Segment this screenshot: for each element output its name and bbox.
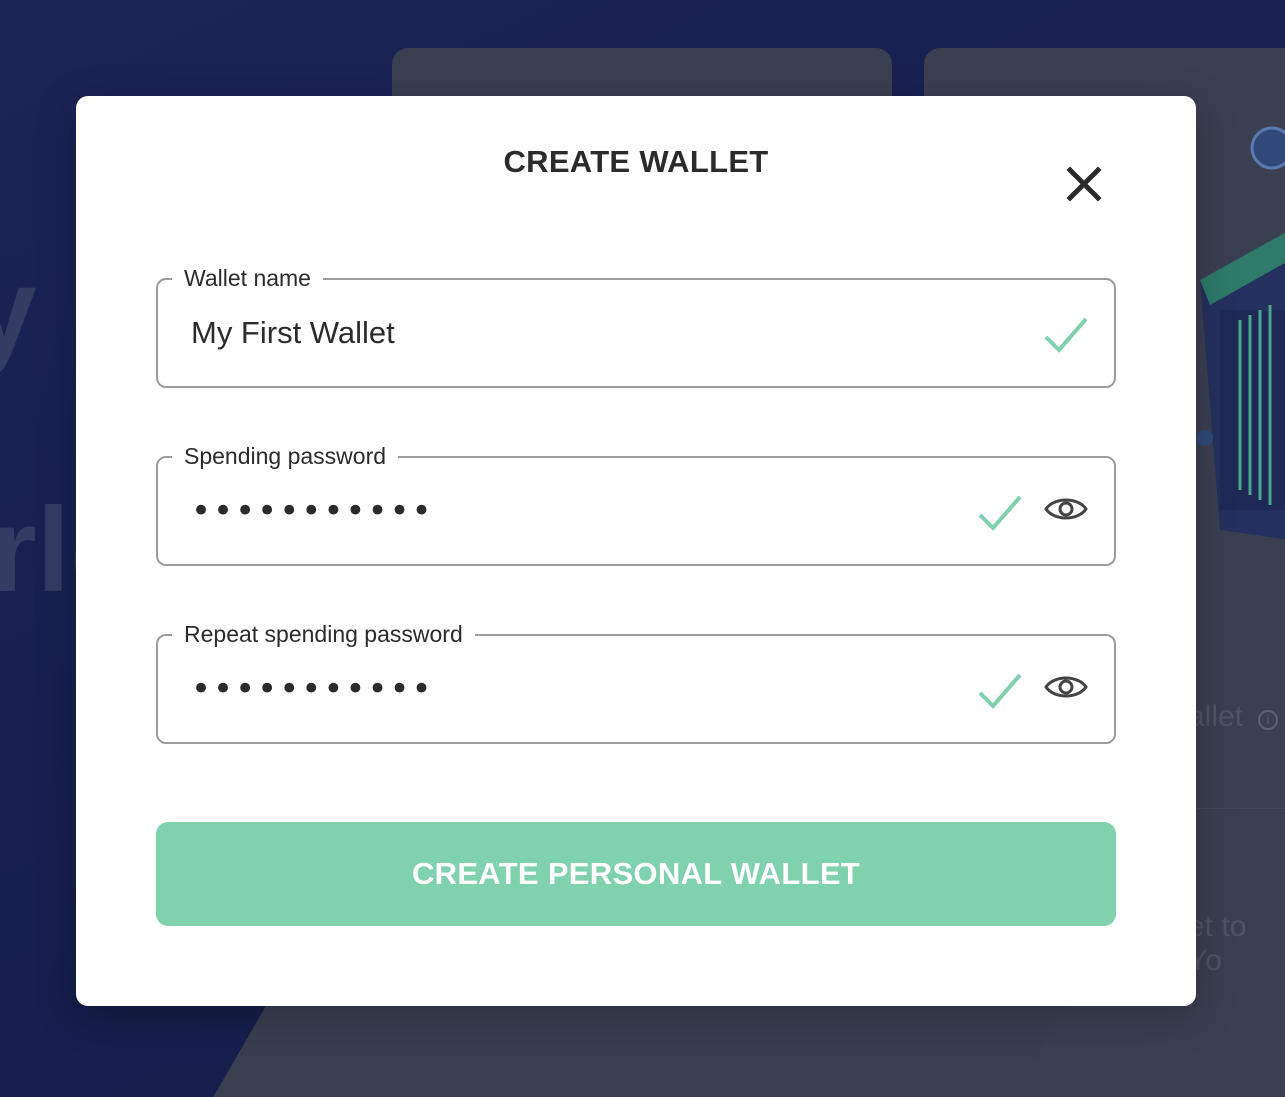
- check-icon: [976, 493, 1024, 533]
- repeat-password-label: Repeat spending password: [172, 619, 475, 649]
- close-button[interactable]: [1062, 162, 1106, 206]
- wallet-name-field[interactable]: Wallet name My First Wallet: [156, 263, 1116, 388]
- repeat-password-field[interactable]: Repeat spending password •••••••••••: [156, 619, 1116, 744]
- spending-password-label: Spending password: [172, 441, 399, 471]
- spending-password-input[interactable]: •••••••••••: [191, 491, 434, 531]
- check-icon: [1042, 315, 1090, 355]
- eye-icon[interactable]: [1042, 666, 1090, 708]
- background-divider: [1188, 808, 1285, 809]
- check-icon: [976, 671, 1024, 711]
- dialog-title: CREATE WALLET: [503, 144, 769, 179]
- eye-icon[interactable]: [1042, 488, 1090, 530]
- wallet-name-input[interactable]: My First Wallet: [191, 313, 395, 353]
- wallet-name-label: Wallet name: [172, 263, 323, 293]
- background-hero-text: y: [0, 243, 37, 377]
- background-text: et to Yo: [1188, 910, 1247, 977]
- create-personal-wallet-button[interactable]: CREATE PERSONAL WALLET: [156, 822, 1116, 926]
- close-icon: [1066, 166, 1102, 202]
- repeat-password-input[interactable]: •••••••••••: [191, 669, 434, 709]
- create-wallet-dialog: CREATE WALLET Wallet name My First Walle…: [76, 96, 1196, 1006]
- spending-password-field[interactable]: Spending password •••••••••••: [156, 441, 1116, 566]
- background-text: allet: [1188, 700, 1244, 733]
- info-icon: i: [1258, 710, 1278, 730]
